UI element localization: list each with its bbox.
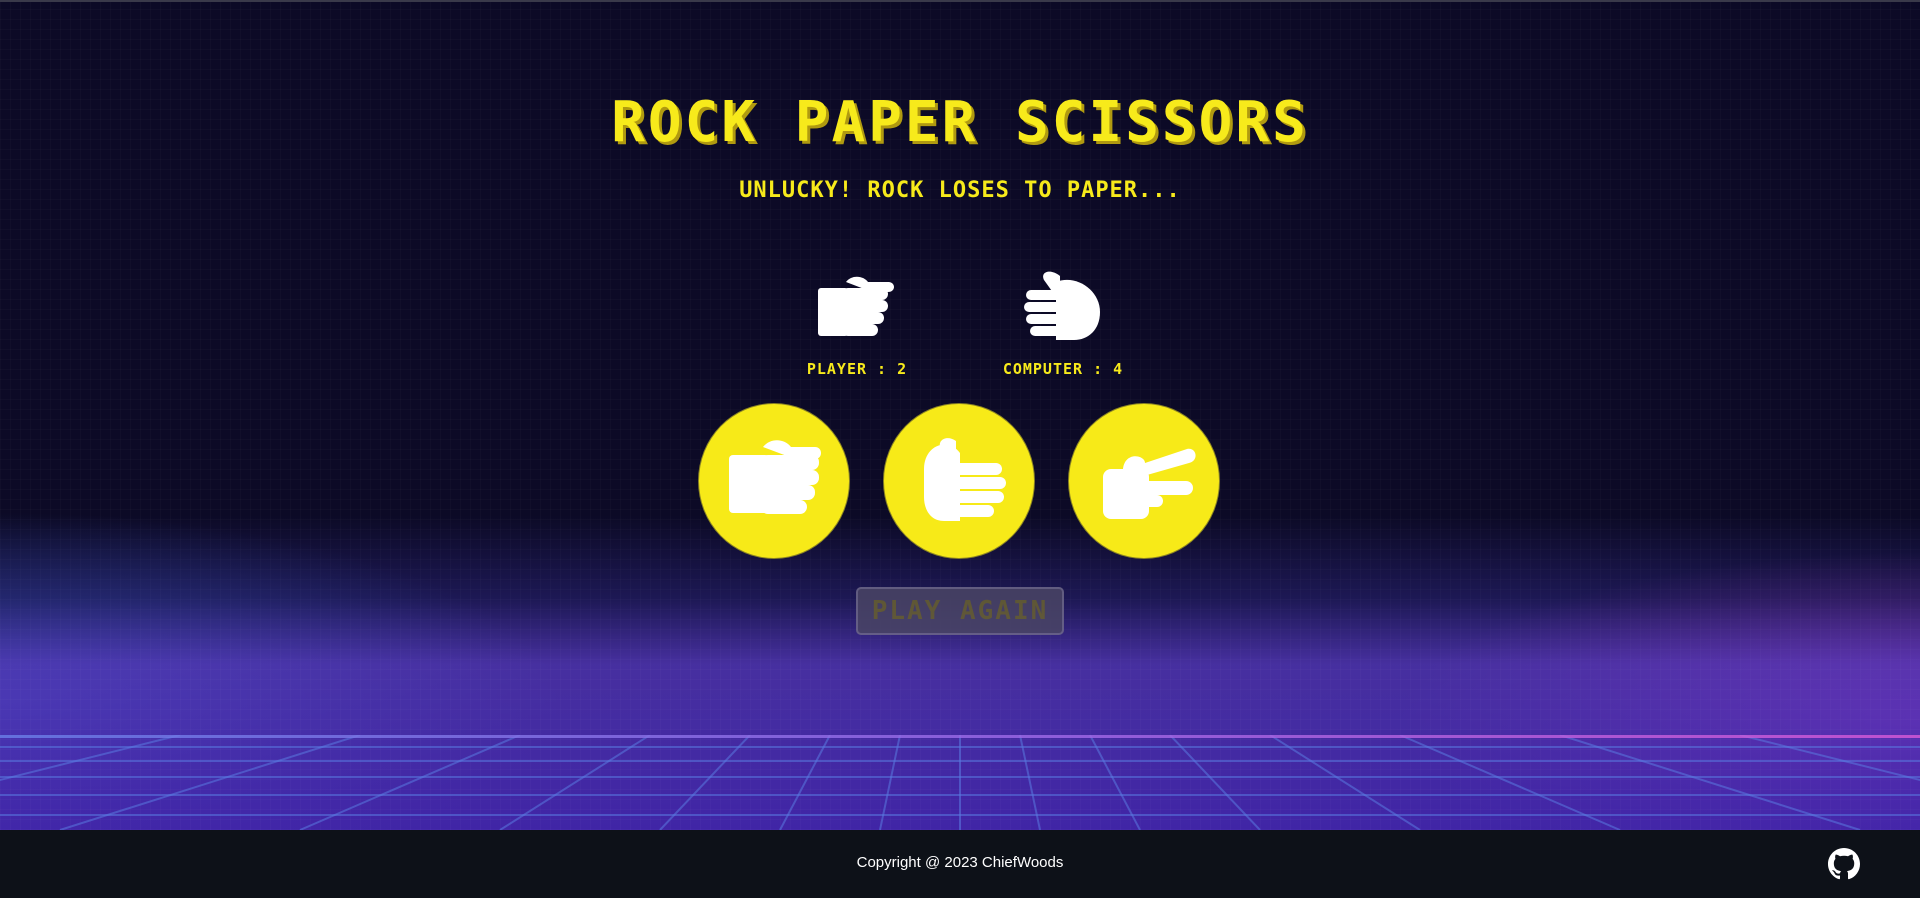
computer-score: Computer : 4 xyxy=(1002,360,1124,378)
paper-hand-icon xyxy=(1020,268,1106,344)
rock-hand-icon xyxy=(812,270,898,346)
footer: Copyright @ 2023 ChiefWoods xyxy=(0,830,1920,898)
scissors-button[interactable] xyxy=(1068,403,1220,559)
game-title: Rock Paper Scissors xyxy=(611,90,1309,155)
play-again-button[interactable]: Play Again xyxy=(856,587,1064,635)
rock-hand-icon xyxy=(719,429,829,533)
github-icon[interactable] xyxy=(1828,848,1860,880)
rock-button[interactable] xyxy=(698,403,850,559)
player-score: Player : 2 xyxy=(806,360,908,378)
scissors-hand-icon xyxy=(1089,429,1199,533)
result-message: Unlucky! Rock loses to Paper... xyxy=(739,178,1181,203)
paper-button[interactable] xyxy=(883,403,1035,559)
grid-floor xyxy=(0,735,1920,830)
paper-hand-icon xyxy=(904,429,1014,533)
copyright-text: Copyright @ 2023 ChiefWoods xyxy=(856,854,1064,871)
